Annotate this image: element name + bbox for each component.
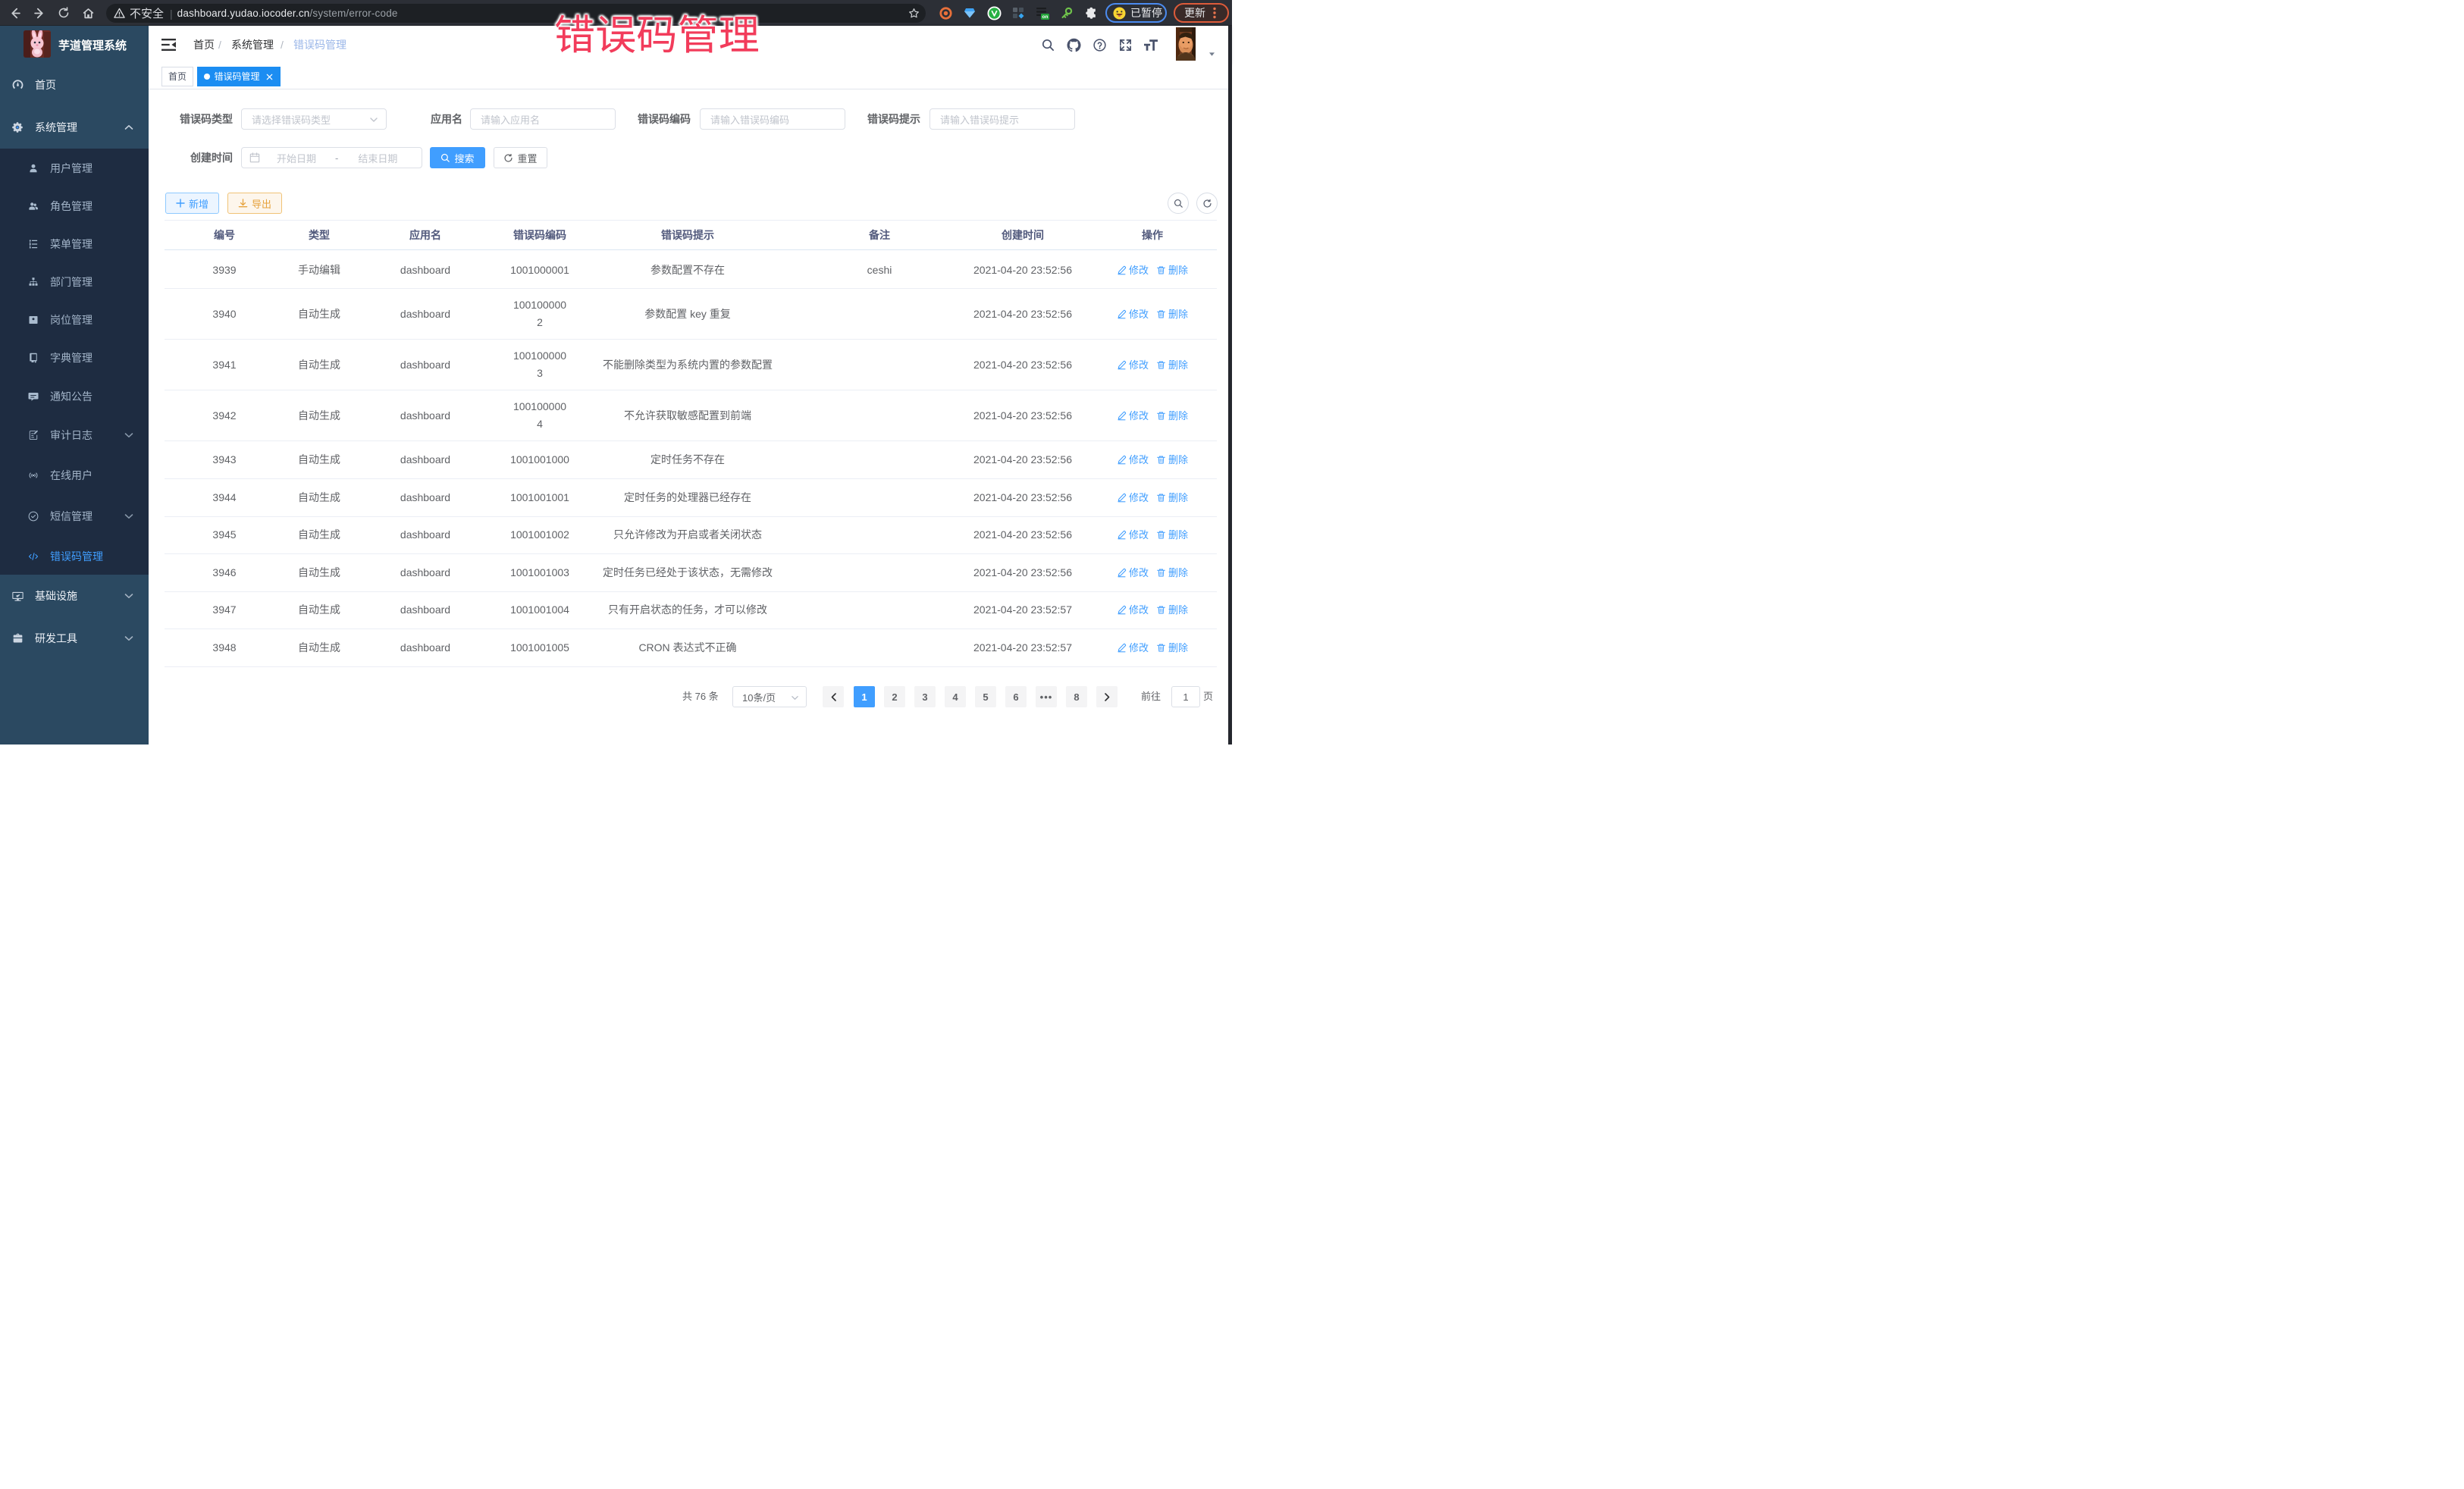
svg-text:on: on — [1042, 14, 1049, 20]
